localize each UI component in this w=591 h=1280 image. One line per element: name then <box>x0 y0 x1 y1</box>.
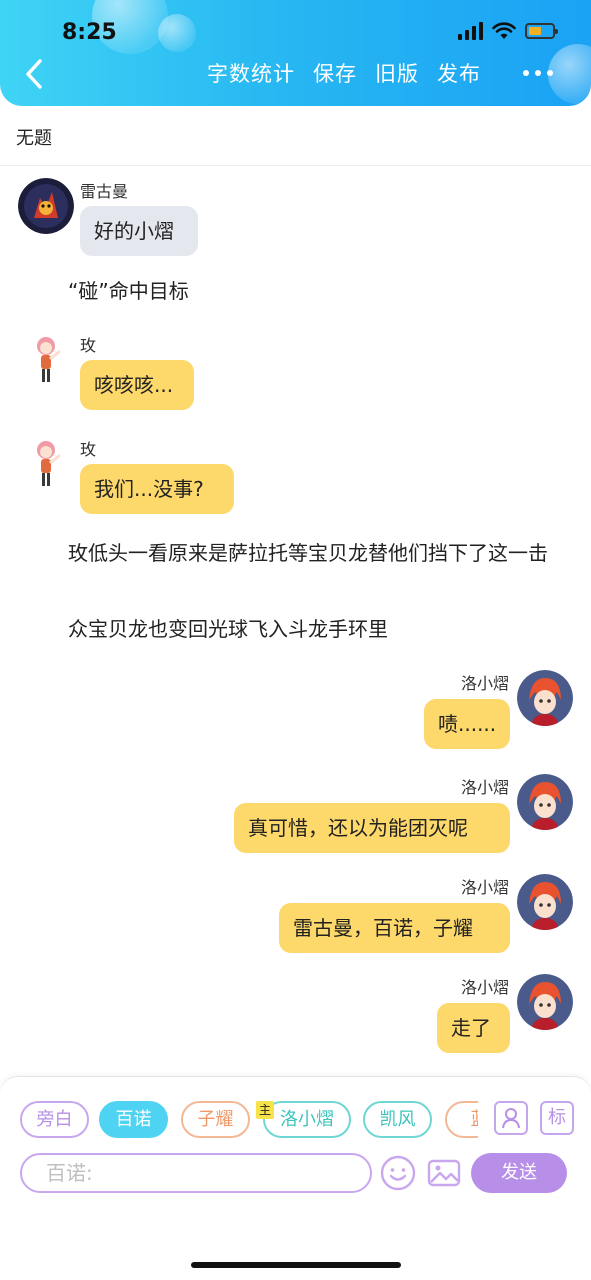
message-bubble[interactable]: 咳咳咳... <box>80 360 194 410</box>
chip-ziyao[interactable]: 子耀 <box>181 1101 250 1138</box>
chip-lan[interactable]: 蓝 <box>445 1101 478 1138</box>
character-selector: 旁白 百诺 子耀 洛小熠 凯风 蓝 <box>20 1101 478 1141</box>
character-manage-icon[interactable] <box>494 1101 528 1135</box>
save-button[interactable]: 保存 <box>313 58 357 88</box>
boy-avatar <box>517 774 573 830</box>
main-character-tag: 主 <box>256 1101 274 1119</box>
bubble-decoration <box>548 44 591 104</box>
narration-text[interactable]: 玫低头一看原来是萨拉托等宝贝龙替他们挡下了这一击 <box>28 538 558 568</box>
chat-message[interactable]: 洛小熠 走了 <box>0 972 591 1060</box>
chat-message[interactable]: 洛小熠 雷古曼，百诺，子耀 <box>0 872 591 960</box>
message-bubble[interactable]: 啧...... <box>424 699 510 749</box>
message-input[interactable] <box>22 1155 370 1191</box>
speaker-name: 玫 <box>80 440 97 459</box>
publish-button[interactable]: 发布 <box>437 58 481 88</box>
message-bubble[interactable]: 雷古曼，百诺，子耀 <box>279 903 510 953</box>
speaker-name: 洛小熠 <box>460 978 509 997</box>
title-row: 无题 <box>0 106 591 166</box>
document-title[interactable]: 无题 <box>16 124 52 150</box>
bubble-decoration <box>158 14 196 52</box>
header-actions: 字数统计 保存 旧版 发布 <box>207 58 481 88</box>
speaker-name: 洛小熠 <box>460 674 509 693</box>
narration-text[interactable]: 众宝贝龙也变回光球飞入斗龙手环里 <box>68 614 388 644</box>
top-bar: 8:25 字数统计 保存 旧版 发布 <box>0 0 591 106</box>
message-bubble[interactable]: 真可惜，还以为能团灭呢 <box>234 803 510 853</box>
wifi-icon <box>492 22 516 39</box>
word-count-button[interactable]: 字数统计 <box>207 58 295 88</box>
mark-icon[interactable]: 标 <box>540 1101 574 1135</box>
narration-text[interactable]: “碰”命中目标 <box>68 276 189 306</box>
composer-panel: 旁白 百诺 子耀 洛小熠 凯风 蓝 主 标 发送 <box>0 1076 591 1196</box>
image-icon[interactable] <box>426 1155 462 1191</box>
emoji-icon[interactable] <box>380 1155 416 1191</box>
more-options-icon[interactable] <box>523 70 553 76</box>
message-bubble[interactable]: 好的小熠 <box>80 206 198 256</box>
message-input-wrapper <box>20 1153 372 1193</box>
status-icons <box>458 22 558 40</box>
girl-avatar <box>18 436 74 492</box>
chat-message[interactable]: 洛小熠 真可惜，还以为能团灭呢 <box>0 772 591 860</box>
message-bubble[interactable]: 我们...没事? <box>80 464 234 514</box>
chip-narrator[interactable]: 旁白 <box>20 1101 89 1138</box>
back-arrow-icon[interactable] <box>20 58 50 90</box>
speaker-name: 洛小熠 <box>460 778 509 797</box>
send-button[interactable]: 发送 <box>471 1153 567 1193</box>
home-indicator <box>191 1262 401 1268</box>
boy-avatar <box>517 874 573 930</box>
speaker-name: 玫 <box>80 336 97 355</box>
chat-message[interactable]: 雷古曼 好的小熠 <box>0 176 591 260</box>
speaker-name: 雷古曼 <box>80 182 129 201</box>
boy-avatar <box>517 670 573 726</box>
app-page: 8:25 字数统计 保存 旧版 发布 无题 雷古曼 好的小熠 “碰”命中目标 玫… <box>0 0 591 1280</box>
chip-kaifeng[interactable]: 凯风 <box>363 1101 432 1138</box>
status-time: 8:25 <box>62 20 117 45</box>
old-version-button[interactable]: 旧版 <box>375 58 419 88</box>
boy-avatar <box>517 974 573 1030</box>
girl-avatar <box>18 332 74 388</box>
speaker-name: 洛小熠 <box>460 878 509 897</box>
chat-message[interactable]: 玫 我们...没事? <box>0 434 591 520</box>
dragon-avatar <box>18 178 74 234</box>
chip-bainuo[interactable]: 百诺 <box>99 1101 168 1138</box>
message-bubble[interactable]: 走了 <box>437 1003 510 1053</box>
chip-luoxiaoyi[interactable]: 洛小熠 <box>263 1101 351 1138</box>
battery-icon <box>525 23 558 39</box>
cellular-signal-icon <box>458 22 483 40</box>
chat-message[interactable]: 洛小熠 啧...... <box>0 668 591 756</box>
chat-message[interactable]: 玫 咳咳咳... <box>0 330 591 416</box>
